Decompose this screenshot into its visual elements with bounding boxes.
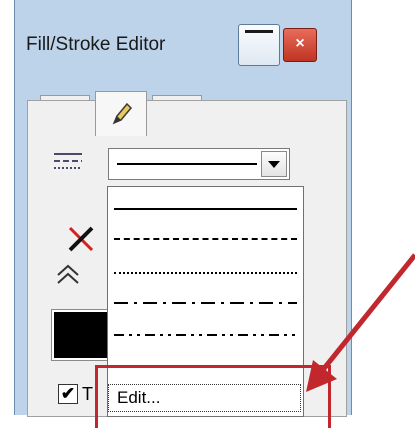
line-option-solid[interactable] [114, 195, 297, 223]
chevron-down-icon[interactable] [261, 151, 287, 177]
no-arrowhead-icon[interactable] [66, 224, 96, 254]
line-option-dash-dot[interactable] [114, 289, 297, 317]
highlight-annotation [95, 365, 331, 428]
line-join-icon[interactable] [54, 261, 82, 289]
checkbox-label: T [82, 384, 93, 404]
close-button[interactable]: × [283, 28, 317, 62]
line-option-long-dash[interactable] [114, 225, 297, 253]
line-option-dotted[interactable] [114, 259, 297, 287]
line-style-select[interactable] [108, 148, 290, 180]
checkbox[interactable]: ✔ [58, 384, 78, 404]
minimize-button[interactable] [238, 24, 280, 66]
line-option-dash-dot-dot[interactable] [114, 321, 297, 349]
minimize-icon [245, 30, 273, 33]
selected-line-preview [117, 163, 257, 165]
window-title: Fill/Stroke Editor [26, 34, 166, 55]
tab-stroke[interactable] [95, 91, 147, 136]
dash-style-icon [54, 153, 82, 169]
pencil-icon [112, 102, 133, 125]
